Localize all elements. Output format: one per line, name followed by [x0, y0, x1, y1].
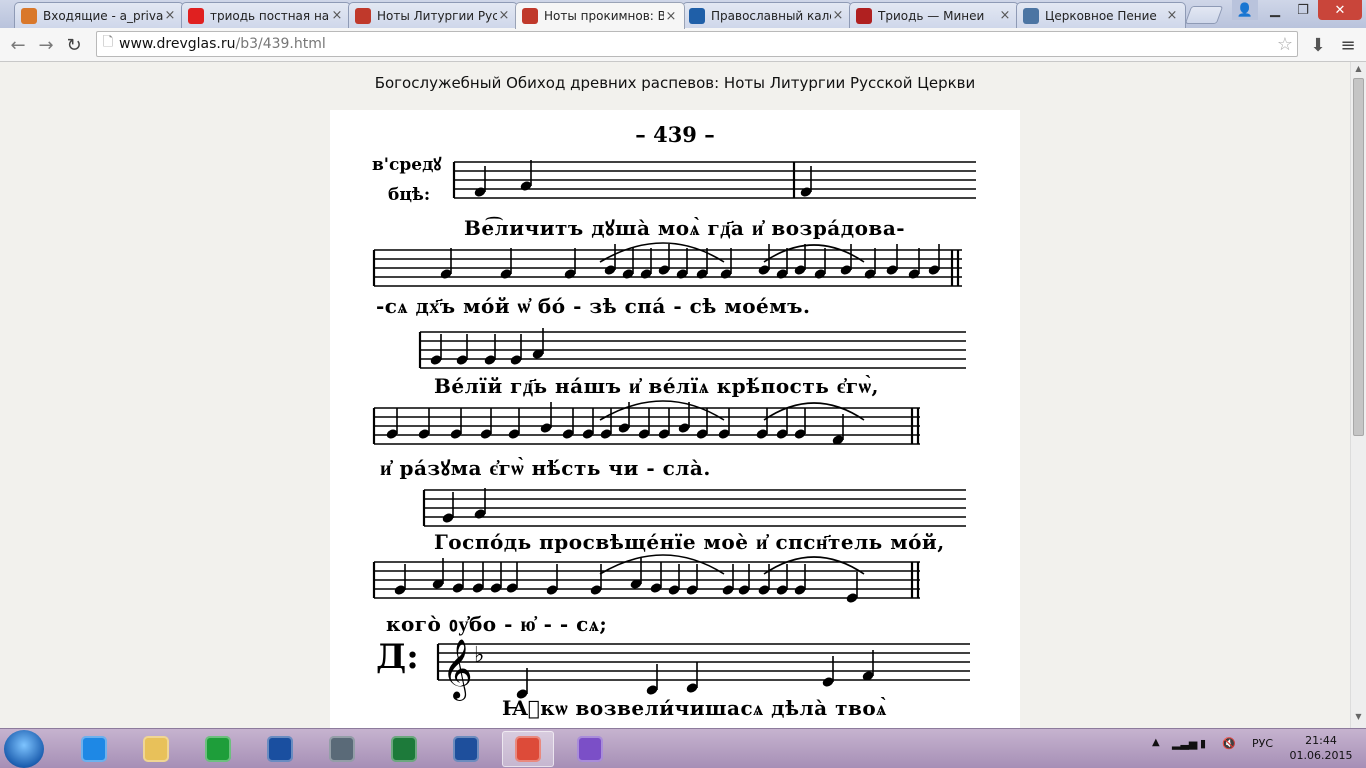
- lyric-line-6: кого̀ ᲂу҆бо - ю҆ - - сѧ;: [386, 612, 608, 636]
- globe-icon-glyph: [329, 736, 355, 762]
- tab-close-icon[interactable]: ×: [831, 8, 845, 23]
- page-icon: 🗋: [102, 35, 114, 50]
- tab-close-icon[interactable]: ×: [664, 9, 678, 24]
- vk-icon: [1023, 7, 1039, 24]
- close-window-button[interactable]: ✕: [1318, 0, 1362, 20]
- tab-close-icon[interactable]: ×: [998, 8, 1012, 23]
- site-icon: [522, 8, 538, 24]
- tab-title: Православный кале: [711, 8, 831, 23]
- chrome-icon-glyph: [515, 736, 541, 762]
- menu-icon[interactable]: ≡: [1336, 33, 1360, 57]
- tab-title: триодь постная на р: [210, 8, 330, 23]
- treble-clef-icon: 𝄞: [442, 639, 473, 701]
- extension-icon[interactable]: ⬇: [1306, 33, 1330, 57]
- tab-3[interactable]: Ноты Литургии Русс ×: [348, 2, 518, 28]
- start-button[interactable]: [4, 730, 44, 768]
- volume-muted-icon[interactable]: 🔇: [1222, 737, 1236, 750]
- word-icon[interactable]: [440, 731, 492, 767]
- file-explorer-icon[interactable]: [130, 731, 182, 767]
- tab-4[interactable]: Ноты прокимнов: Ве ×: [515, 2, 685, 29]
- word-icon-glyph: [453, 736, 479, 762]
- clock-time: 21:44: [1305, 734, 1337, 747]
- clock-date: 01.06.2015: [1289, 749, 1353, 762]
- scroll-thumb[interactable]: [1353, 78, 1364, 436]
- tab-2[interactable]: триодь постная на р ×: [181, 2, 351, 28]
- globe-icon[interactable]: [316, 731, 368, 767]
- bookmark-star-icon[interactable]: ☆: [1277, 34, 1293, 55]
- file-explorer-icon-glyph: [143, 736, 169, 762]
- lyric-line-2: -сѧ дх҃ъ мо́й ѡ҆ бо́ - зѣ спа́ - сѣ мое́…: [376, 294, 811, 318]
- paint-icon-glyph: [577, 736, 603, 762]
- battery-icon[interactable]: ▮: [1200, 737, 1206, 750]
- lyric-line-5: Госпо́дь просвѣще́нїе моѐ и҆ спсн҃тель м…: [434, 530, 945, 554]
- tab-close-icon[interactable]: ×: [330, 8, 344, 23]
- forward-button[interactable]: →: [34, 33, 58, 57]
- tab-strip: Входящие - a_privalo × триодь постная на р…: [0, 0, 1366, 29]
- clock[interactable]: 21:44 01.06.2015: [1284, 733, 1358, 763]
- tab-5[interactable]: Православный кале ×: [682, 2, 852, 28]
- flat-sign-icon: ♭: [474, 643, 484, 668]
- browser-toolbar: ← → ↻ 🗋 www.drevglas.ru/b3/439.html ☆ ⬇ …: [0, 28, 1366, 62]
- lyric-line-4: и҆ ра́зꙋма є҆гѡ̀ нѣ́сть чи - сла̀.: [380, 456, 711, 480]
- excel-icon[interactable]: [378, 731, 430, 767]
- m-icon: [856, 7, 872, 24]
- tab-1[interactable]: Входящие - a_privalo ×: [14, 2, 184, 28]
- maximize-button[interactable]: ❐: [1290, 0, 1316, 20]
- tray-arrow-icon[interactable]: ▲: [1152, 737, 1160, 748]
- language-indicator[interactable]: РУС: [1252, 737, 1273, 750]
- music-sheet: – 439 – в'средꙋ бцѣ: Д: 𝄞 ♭ Ве͡личитъ дꙋш…: [330, 110, 1020, 728]
- minimize-button[interactable]: ▁: [1262, 0, 1288, 20]
- excel-icon-glyph: [391, 736, 417, 762]
- lyric-line-3: Ве́лїй гд҃ь на́шъ и҆ ве́лїѧ крѣ́пость є҆…: [434, 374, 880, 398]
- lyric-line-7: Ꙗ҆кѡ возвели́чишасѧ дѣла̀ твоѧ̀: [502, 696, 887, 720]
- mail-icon: [21, 7, 37, 24]
- network-icon[interactable]: ▂▃▅: [1172, 737, 1197, 750]
- help-icon-glyph: [267, 736, 293, 762]
- cross-icon: [689, 7, 705, 24]
- tab-close-icon[interactable]: ×: [1165, 8, 1179, 23]
- taskbar: ▲ ▂▃▅ ▮ 🔇 РУС 21:44 01.06.2015: [0, 728, 1366, 768]
- internet-explorer-icon[interactable]: [68, 731, 120, 767]
- url-path: /b3/439.html: [235, 36, 326, 52]
- back-button[interactable]: ←: [6, 33, 30, 57]
- reload-button[interactable]: ↻: [62, 33, 86, 57]
- user-icon[interactable]: 👤: [1232, 0, 1258, 20]
- scroll-up-arrow-icon[interactable]: ▲: [1351, 64, 1366, 78]
- site-icon: [355, 7, 371, 24]
- vertical-scrollbar[interactable]: ▲ ▼: [1350, 62, 1366, 728]
- tab-title: Триодь — Минеи: [878, 8, 985, 23]
- lyric-line-1: Ве͡личитъ дꙋша̀ моѧ̀ гд҃а и҆ возра́дова-: [464, 216, 906, 240]
- excel-store-icon-glyph: [205, 736, 231, 762]
- tab-title: Церковное Пение: [1045, 8, 1157, 23]
- paint-icon[interactable]: [564, 731, 616, 767]
- chrome-icon[interactable]: [502, 731, 554, 767]
- url-host: www.drevglas.ru: [119, 36, 236, 52]
- new-tab-button[interactable]: [1184, 6, 1224, 24]
- help-icon[interactable]: [254, 731, 306, 767]
- tab-6[interactable]: Триодь — Минеи ×: [849, 2, 1019, 28]
- scroll-down-arrow-icon[interactable]: ▼: [1351, 712, 1366, 726]
- internet-explorer-icon-glyph: [81, 736, 107, 762]
- excel-store-icon[interactable]: [192, 731, 244, 767]
- address-bar[interactable]: 🗋 www.drevglas.ru/b3/439.html ☆: [96, 31, 1298, 57]
- tab-title: Ноты прокимнов: Ве: [544, 9, 664, 23]
- tab-title: Ноты Литургии Русс: [377, 8, 497, 23]
- page-content: Богослужебный Обиход древних распевов: Н…: [0, 62, 1350, 728]
- yandex-icon: [188, 7, 204, 24]
- tab-7[interactable]: Церковное Пение ×: [1016, 2, 1186, 28]
- tab-title: Входящие - a_privalo: [43, 8, 163, 23]
- tab-close-icon[interactable]: ×: [163, 8, 177, 23]
- tab-close-icon[interactable]: ×: [497, 8, 511, 23]
- page-title: Богослужебный Обиход древних распевов: Н…: [374, 74, 976, 92]
